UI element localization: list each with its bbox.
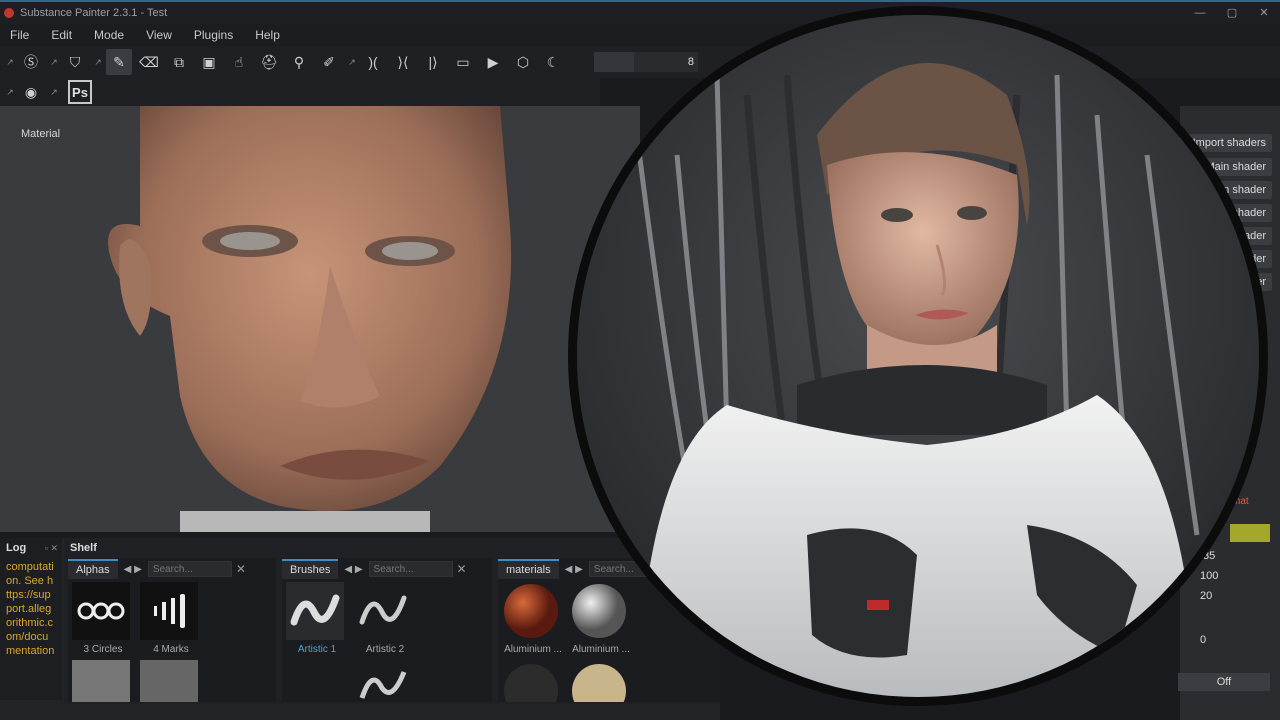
photoshop-export-button[interactable]: Ps: [68, 80, 92, 104]
brush-size-value: 8: [687, 56, 694, 68]
cube-icon[interactable]: ⬡: [510, 49, 536, 75]
popout-icon[interactable]: ↗: [48, 79, 60, 105]
log-title: Log: [6, 542, 27, 554]
minimize-button[interactable]: —: [1184, 2, 1216, 24]
log-panel: Log ▫ ✕ computation. See https://support…: [0, 538, 62, 700]
projection-icon[interactable]: ⧉: [166, 49, 192, 75]
brush-size-slider[interactable]: [594, 52, 634, 72]
prop-value-3[interactable]: 20: [1200, 590, 1212, 602]
tab-materials[interactable]: materials: [498, 559, 559, 579]
tab-brushes[interactable]: Brushes: [282, 559, 339, 579]
material-thumb[interactable]: [570, 662, 628, 718]
alphas-section: Alphas ◀ ▶ Search... ✕ 3 Circles 4 Marks: [68, 558, 276, 702]
camera-view-icon[interactable]: ▭: [450, 49, 476, 75]
off-toggle[interactable]: Off: [1178, 673, 1270, 691]
material-thumb-1[interactable]: [502, 582, 560, 640]
alpha-thumb-4-marks[interactable]: [140, 582, 198, 640]
brush-thumb-artistic-2[interactable]: [354, 582, 412, 640]
character-portrait-overlay: [568, 6, 1268, 706]
brush-size-field[interactable]: 8: [594, 52, 698, 72]
symmetry-icon[interactable]: )(: [360, 49, 386, 75]
menu-edit[interactable]: Edit: [51, 28, 72, 42]
brush-caption: Artistic 2: [365, 644, 405, 655]
material-caption: Aluminium ...: [504, 644, 562, 655]
panel-options-icon[interactable]: ▫ ✕: [45, 543, 58, 554]
polygon-fill-icon[interactable]: ▣: [196, 49, 222, 75]
menu-plugins[interactable]: Plugins: [194, 28, 233, 42]
popout-icon[interactable]: ↗: [4, 79, 16, 105]
paint-brush-icon[interactable]: ✎: [106, 49, 132, 75]
stamp-icon[interactable]: ⚲: [286, 49, 312, 75]
popout-icon[interactable]: ↗: [4, 49, 16, 75]
video-icon[interactable]: ▶: [480, 49, 506, 75]
mirror-axis-icon[interactable]: |⟩: [420, 49, 446, 75]
popout-icon[interactable]: ↗: [48, 49, 60, 75]
camera-icon[interactable]: ◉: [18, 79, 44, 105]
shelf-title: Shelf: [70, 542, 97, 554]
window-controls: — ▢ ✕: [1184, 2, 1280, 24]
3d-viewport[interactable]: Material: [0, 106, 640, 532]
app-icon: [4, 8, 14, 18]
window-title: Substance Painter 2.3.1 - Test: [20, 7, 168, 19]
alpha-caption: 3 Circles: [83, 644, 123, 655]
menu-file[interactable]: File: [10, 28, 29, 42]
smudge-icon[interactable]: ☝: [226, 49, 252, 75]
substance-logo-icon[interactable]: Ⓢ: [18, 49, 44, 75]
tab-alphas[interactable]: Alphas: [68, 559, 118, 579]
prop-value-2[interactable]: 100: [1200, 570, 1218, 582]
picker-icon[interactable]: ✐: [316, 49, 342, 75]
brush-thumb-artistic-1[interactable]: [286, 582, 344, 640]
color-swatch[interactable]: [1230, 524, 1270, 542]
alpha-thumb[interactable]: [72, 660, 130, 702]
menu-view[interactable]: View: [146, 28, 172, 42]
close-button[interactable]: ✕: [1248, 2, 1280, 24]
lazy-mouse-icon[interactable]: ☾: [540, 49, 566, 75]
menu-mode[interactable]: Mode: [94, 28, 124, 42]
popout-icon[interactable]: ↗: [346, 49, 358, 75]
log-text: computation. See https://support.allegor…: [6, 561, 55, 657]
shelf-panel: Shelf Alphas ◀ ▶ Search... ✕ 3 Circles 4…: [64, 538, 720, 718]
head-model: [108, 106, 512, 532]
alphas-search-input[interactable]: Search...: [147, 561, 232, 577]
brush-caption: Artistic 1: [297, 644, 337, 655]
material-thumb[interactable]: [502, 662, 560, 718]
title-bar: Substance Painter 2.3.1 - Test — ▢ ✕: [0, 0, 1280, 24]
material-caption: Aluminium ...: [572, 644, 630, 655]
menu-help[interactable]: Help: [255, 28, 280, 42]
mirror-icon[interactable]: ⟩⟨: [390, 49, 416, 75]
eraser-icon[interactable]: ⌫: [136, 49, 162, 75]
tab-arrows-icon[interactable]: ◀ ▶: [124, 564, 142, 575]
brushes-search-input[interactable]: Search...: [368, 561, 453, 577]
alpha-thumb-3-circles[interactable]: [72, 582, 130, 640]
clear-search-icon[interactable]: ✕: [236, 562, 246, 576]
alpha-thumb[interactable]: [140, 660, 198, 702]
clear-search-icon[interactable]: ✕: [457, 562, 467, 576]
secondary-toolbar: ↗ ◉ ↗ Ps: [0, 78, 600, 106]
prop-value-4[interactable]: 0: [1200, 634, 1206, 646]
character-illustration: [577, 15, 1259, 697]
bag-icon[interactable]: ⛉: [62, 49, 88, 75]
viewport-label: Material: [21, 128, 61, 140]
tab-arrows-icon[interactable]: ◀ ▶: [565, 564, 583, 575]
clone-icon[interactable]: ⛑: [256, 49, 282, 75]
menu-bar: File Edit Mode View Plugins Help: [0, 24, 1280, 46]
brushes-section: Brushes ◀ ▶ Search... ✕ Artistic 1 Artis…: [282, 558, 492, 702]
maximize-button[interactable]: ▢: [1216, 2, 1248, 24]
alpha-caption: 4 Marks: [153, 644, 189, 655]
popout-icon[interactable]: ↗: [92, 49, 104, 75]
tab-arrows-icon[interactable]: ◀ ▶: [344, 564, 362, 575]
brush-thumb[interactable]: [354, 662, 412, 702]
material-thumb-2[interactable]: [570, 582, 628, 640]
